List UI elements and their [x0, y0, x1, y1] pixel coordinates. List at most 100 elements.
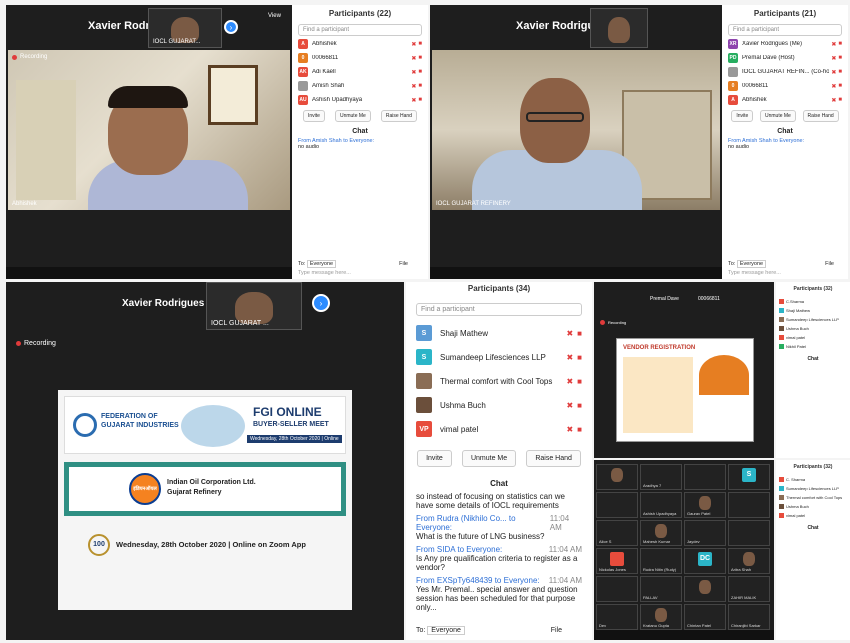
participant-row[interactable]: vimal patel	[779, 512, 847, 519]
chat-input[interactable]: Type message here...	[728, 270, 781, 276]
mic-muted-icon[interactable]: ✖	[411, 55, 416, 62]
unmute-me-button[interactable]: Unmute Me	[461, 450, 517, 467]
participant-row[interactable]: VP vimal patel ✖ ■	[416, 418, 582, 440]
video-off-icon[interactable]: ■	[838, 97, 842, 103]
gallery-tile[interactable]	[596, 492, 638, 518]
mic-muted-icon[interactable]: ✖	[566, 329, 573, 338]
mic-muted-icon[interactable]: ✖	[566, 425, 573, 434]
video-off-icon[interactable]: ■	[577, 353, 582, 362]
gallery-tile[interactable]: DC	[684, 548, 726, 574]
participant-row[interactable]: Shaji Mathew	[779, 307, 847, 314]
video-off-icon[interactable]: ■	[418, 55, 422, 61]
mic-muted-icon[interactable]: ✖	[566, 401, 573, 410]
chat-recipient[interactable]: To: Everyone	[298, 260, 337, 268]
gallery-tile[interactable]: Aradhya 7	[640, 464, 682, 490]
participant-row[interactable]: Sumandeep Lifesciences LLP	[779, 316, 847, 323]
participant-row[interactable]: C. Sharma	[779, 476, 847, 483]
gallery-tile[interactable]: Alice S	[596, 520, 638, 546]
video-off-icon[interactable]: ■	[577, 425, 582, 434]
to-value[interactable]: Everyone	[306, 260, 337, 268]
participant-row[interactable]: 0 00066811 ✖ ■	[298, 52, 422, 64]
participant-row[interactable]: S Sumandeep Lifesciences LLP ✖ ■	[416, 346, 582, 368]
participant-row[interactable]: Ushma Buch ✖ ■	[416, 394, 582, 416]
to-value[interactable]: Everyone	[427, 626, 465, 635]
invite-button[interactable]: Invite	[417, 450, 452, 467]
speaker-thumbnail[interactable]: IOCL GUJARAT...	[148, 8, 222, 48]
gallery-tile[interactable]: Chintan Patel	[684, 604, 726, 630]
video-off-icon[interactable]: ■	[577, 329, 582, 338]
mic-muted-icon[interactable]: ✖	[411, 41, 416, 48]
gallery-tile[interactable]: PALLAV	[640, 576, 682, 602]
gallery-tile[interactable]	[728, 520, 770, 546]
raise-hand-button[interactable]: Raise Hand	[802, 110, 839, 122]
gallery-tile[interactable]: Rudra Nitin (Rudy)	[640, 548, 682, 574]
invite-button[interactable]: Invite	[731, 110, 754, 122]
participant-row[interactable]: Sumandeep Lifesciences LLP	[779, 485, 847, 492]
chat-recipient[interactable]: To: Everyone	[728, 260, 767, 268]
video-off-icon[interactable]: ■	[418, 69, 422, 75]
file-button[interactable]: File	[399, 261, 408, 267]
gallery-tile[interactable]: Jaydev	[684, 520, 726, 546]
gallery-tile[interactable]: ZAHIR MALIK	[728, 576, 770, 602]
mic-muted-icon[interactable]: ✖	[411, 69, 416, 76]
mic-muted-icon[interactable]: ✖	[831, 69, 836, 76]
participant-search-input[interactable]: Find a participant	[728, 24, 842, 36]
speaker-thumbnail[interactable]: IOCL GUJARAT ...	[206, 282, 302, 330]
video-off-icon[interactable]: ■	[577, 377, 582, 386]
participant-row[interactable]: XR Xavier Rodrigues (Me) ✖ ■	[728, 38, 842, 50]
participant-row[interactable]: Amish Shah ✖ ■	[298, 80, 422, 92]
gallery-tile[interactable]: S	[728, 464, 770, 490]
mic-muted-icon[interactable]: ✖	[831, 55, 836, 62]
chat-recipient[interactable]: To: Everyone	[416, 626, 465, 635]
video-off-icon[interactable]: ■	[418, 97, 422, 103]
unmute-me-button[interactable]: Unmute Me	[334, 110, 371, 122]
participant-row[interactable]: AU Ashish Upadhyaya ✖ ■	[298, 94, 422, 106]
participant-row[interactable]: AK Adi Kaell ✖ ■	[298, 66, 422, 78]
participant-row[interactable]: Nikhil Patel	[779, 343, 847, 350]
participant-row[interactable]: Thermal comfort with Cool Tops	[779, 494, 847, 501]
mic-muted-icon[interactable]: ✖	[831, 97, 836, 104]
participant-row[interactable]: vimal patel	[779, 334, 847, 341]
participant-row[interactable]: C.Sharma	[779, 298, 847, 305]
gallery-tile[interactable]	[684, 576, 726, 602]
mic-muted-icon[interactable]: ✖	[566, 377, 573, 386]
participant-row[interactable]: IOCL GUJARAT REFIN... (Co-host) ✖ ■	[728, 66, 842, 78]
video-off-icon[interactable]: ■	[577, 401, 582, 410]
video-off-icon[interactable]: ■	[418, 83, 422, 89]
video-off-icon[interactable]: ■	[838, 41, 842, 47]
participant-row[interactable]: Ushma Buch	[779, 503, 847, 510]
video-off-icon[interactable]: ■	[838, 83, 842, 89]
gallery-tile[interactable]	[728, 492, 770, 518]
video-off-icon[interactable]: ■	[418, 41, 422, 47]
participant-row[interactable]: A Abhishek ✖ ■	[728, 94, 842, 106]
next-page-button[interactable]: ›	[312, 294, 330, 312]
gallery-tile[interactable]	[684, 464, 726, 490]
file-button[interactable]: File	[825, 261, 834, 267]
participant-row[interactable]: Ushma Buch	[779, 325, 847, 332]
mic-muted-icon[interactable]: ✖	[411, 97, 416, 104]
gallery-tile[interactable]: Gaurav Patel	[684, 492, 726, 518]
gallery-tile[interactable]	[596, 464, 638, 490]
video-off-icon[interactable]: ■	[838, 55, 842, 61]
participant-row[interactable]: PD Premal Dave (Host) ✖ ■	[728, 52, 842, 64]
gallery-tile[interactable]: Kratanu Gupta	[640, 604, 682, 630]
participant-row[interactable]: S Shaji Mathew ✖ ■	[416, 322, 582, 344]
participant-row[interactable]: A Abhishek ✖ ■	[298, 38, 422, 50]
video-off-icon[interactable]: ■	[838, 69, 842, 75]
gallery-tile[interactable]: Ashish Upadhyaya	[640, 492, 682, 518]
gallery-tile[interactable]: Chiranjibi Sarkar	[728, 604, 770, 630]
gallery-tile[interactable]: Dev	[596, 604, 638, 630]
mic-muted-icon[interactable]: ✖	[831, 41, 836, 48]
participant-row[interactable]: Thermal comfort with Cool Tops ✖ ■	[416, 370, 582, 392]
gallery-tile[interactable]: Mahesh Kumar	[640, 520, 682, 546]
participant-row[interactable]: 0 00066811 ✖ ■	[728, 80, 842, 92]
mic-muted-icon[interactable]: ✖	[566, 353, 573, 362]
gallery-tile[interactable]: Nickolas Jones	[596, 548, 638, 574]
participant-search-input[interactable]: Find a participant	[298, 24, 422, 36]
view-button[interactable]: View	[268, 13, 281, 19]
mic-muted-icon[interactable]: ✖	[411, 83, 416, 90]
next-page-button[interactable]: ›	[224, 20, 238, 34]
raise-hand-button[interactable]: Raise Hand	[380, 110, 417, 122]
invite-button[interactable]: Invite	[303, 110, 325, 122]
raise-hand-button[interactable]: Raise Hand	[526, 450, 581, 467]
